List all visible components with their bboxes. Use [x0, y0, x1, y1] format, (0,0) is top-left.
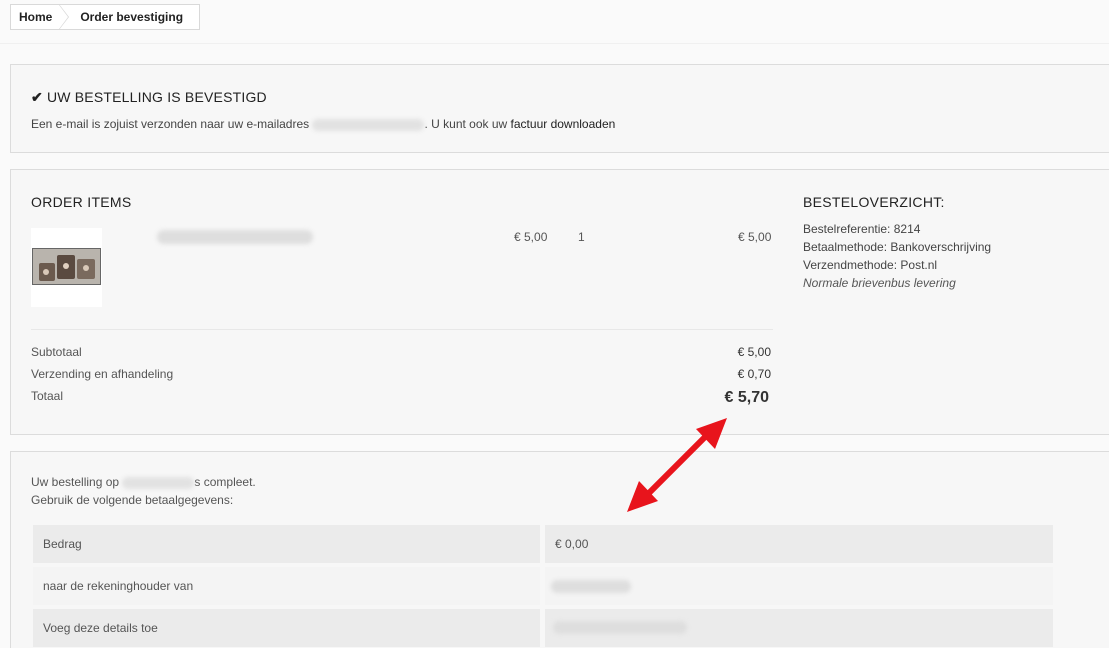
shipping-method: Verzendmethode: Post.nl — [803, 258, 938, 272]
confirmation-text-after: . U kunt ook uw — [424, 117, 508, 131]
payment-method: Betaalmethode: Bankoverschrijving — [803, 240, 992, 254]
account-holder-label: naar de rekeninghouder van — [33, 567, 540, 605]
breadcrumb-home-link[interactable]: Home — [11, 4, 70, 30]
item-line-total: € 5,00 — [738, 230, 772, 244]
confirmation-message: Een e-mail is zojuist verzonden naar uw … — [31, 117, 615, 131]
payment-panel: Uw bestelling op s compleet. Gebruik de … — [10, 451, 1109, 648]
check-icon: ✔ — [31, 89, 43, 105]
total-value: € 5,70 — [724, 389, 769, 406]
confirmation-panel: ✔ UW BESTELLING IS BEVESTIGD Een e-mail i… — [10, 64, 1109, 153]
divider — [0, 43, 1109, 44]
payment-status-after: s compleet. — [194, 475, 256, 489]
item-unit-price: € 5,00 — [514, 230, 548, 244]
confirmation-text-before: Een e-mail is zojuist verzonden naar uw … — [31, 117, 310, 131]
payment-details-table: Bedrag € 0,00 naar de rekeninghouder van… — [33, 525, 1053, 648]
table-row: Bedrag € 0,00 — [33, 525, 1053, 567]
confirmation-title: ✔ UW BESTELLING IS BEVESTIGD — [31, 89, 267, 106]
total-label: Totaal — [31, 389, 64, 403]
product-image — [32, 248, 101, 285]
subtotal-value: € 5,00 — [737, 345, 771, 359]
shipping-value: € 0,70 — [737, 367, 771, 381]
table-row: naar de rekeninghouder van — [33, 567, 1053, 609]
order-items-title: ORDER ITEMS — [31, 194, 132, 210]
order-panel: ORDER ITEMS € 5,00 1 € 5,00 Subtotaal € … — [10, 169, 1109, 435]
payment-amount-label: Bedrag — [33, 525, 540, 563]
subtotal-label: Subtotaal — [31, 345, 82, 359]
table-row: Voeg deze details toe — [33, 609, 1053, 648]
redacted-product-name — [157, 230, 313, 244]
product-thumbnail[interactable] — [31, 228, 102, 307]
order-reference: Bestelreferentie: 8214 — [803, 222, 921, 236]
breadcrumb: Home Order bevestiging — [10, 4, 201, 30]
order-summary-title: BESTELOVERZICHT: — [803, 194, 945, 210]
redacted-email — [312, 118, 425, 131]
account-holder-value — [545, 567, 1053, 605]
payment-reference-label: Voeg deze details toe — [33, 609, 540, 647]
item-quantity: 1 — [578, 230, 585, 244]
payment-status-before: Uw bestelling op — [31, 475, 120, 489]
shipping-label: Verzending en afhandeling — [31, 367, 174, 381]
shipping-note: Normale brievenbus levering — [803, 276, 956, 290]
payment-reference-value — [545, 609, 1053, 647]
invoice-download-link[interactable]: factuur downloaden — [511, 117, 616, 131]
redacted-shop-name — [122, 476, 195, 489]
payment-status-text: Uw bestelling op s compleet. — [31, 475, 256, 489]
breadcrumb-current: Order bevestiging — [80, 10, 184, 24]
payment-instructions: Gebruik de volgende betaalgegevens: — [31, 493, 234, 507]
divider — [31, 329, 773, 330]
confirmation-title-text: UW BESTELLING IS BEVESTIGD — [46, 89, 267, 105]
payment-amount-value: € 0,00 — [545, 525, 1053, 563]
